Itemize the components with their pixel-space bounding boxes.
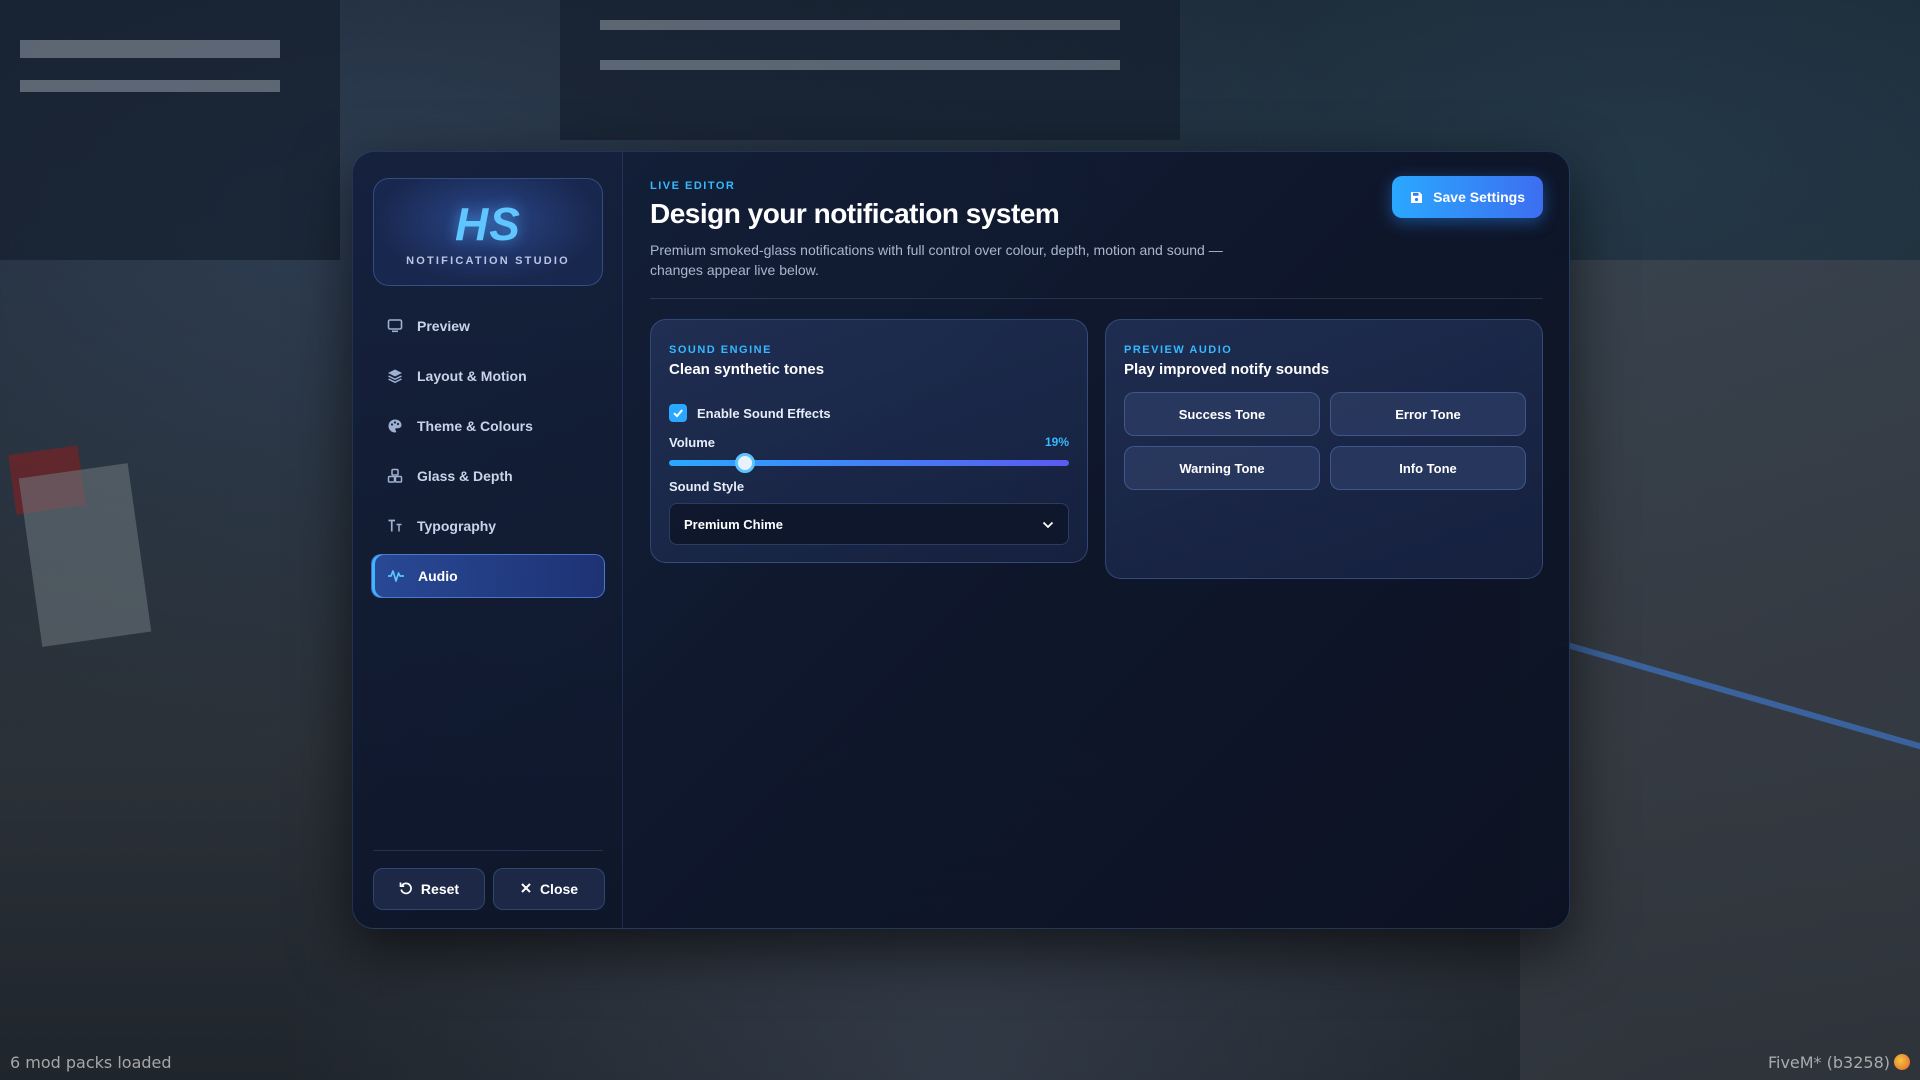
logo-subtitle: NOTIFICATION STUDIO (406, 255, 570, 267)
sound-engine-panel: SOUND ENGINE Clean synthetic tones Enabl… (650, 319, 1088, 563)
enable-sound-row: Enable Sound Effects (669, 404, 831, 422)
background-sign (18, 463, 152, 647)
sound-style-select[interactable]: Premium Chime (669, 503, 1069, 545)
error-tone-button[interactable]: Error Tone (1330, 392, 1526, 436)
enable-sound-checkbox[interactable] (669, 404, 687, 422)
sidebar-item-label: Typography (417, 518, 497, 534)
logo: HS NOTIFICATION STUDIO (373, 178, 603, 286)
text-size-icon (385, 516, 405, 536)
check-icon (673, 409, 683, 418)
save-settings-button[interactable]: Save Settings (1392, 176, 1543, 218)
volume-label: Volume (669, 435, 715, 450)
sidebar-nav: Preview Layout & Motion Theme & Colours … (371, 304, 605, 604)
chevron-down-icon (1042, 517, 1054, 532)
sidebar-item-audio[interactable]: Audio (371, 554, 605, 598)
sidebar-item-glass-depth[interactable]: Glass & Depth (371, 454, 605, 498)
boxes-icon (385, 466, 405, 486)
sidebar: HS NOTIFICATION STUDIO Preview Layout & … (353, 152, 623, 928)
sidebar-item-layout-motion[interactable]: Layout & Motion (371, 354, 605, 398)
undo-icon (399, 881, 413, 898)
close-label: Close (539, 881, 579, 897)
client-status-icon (1894, 1054, 1910, 1070)
save-settings-label: Save Settings (1433, 189, 1525, 205)
background-window (20, 40, 280, 58)
sidebar-divider (373, 850, 603, 851)
palette-icon (385, 416, 405, 436)
panel-title: Play improved notify sounds (1124, 361, 1330, 378)
sidebar-item-preview[interactable]: Preview (371, 304, 605, 348)
page-description: Premium smoked-glass notifications with … (650, 242, 1223, 278)
page-title: Design your notification system (650, 198, 1060, 229)
reset-label: Reset (420, 881, 460, 897)
preview-audio-panel: PREVIEW AUDIO Play improved notify sound… (1105, 319, 1543, 579)
volume-slider-track[interactable] (669, 460, 1069, 466)
background-window (600, 60, 1120, 70)
warning-tone-button[interactable]: Warning Tone (1124, 446, 1320, 490)
close-button[interactable]: Close (493, 868, 605, 910)
volume-value: 19% (1044, 435, 1069, 449)
enable-sound-label: Enable Sound Effects (697, 405, 831, 421)
sidebar-item-theme-colours[interactable]: Theme & Colours (371, 404, 605, 448)
waveform-icon (386, 566, 406, 586)
success-tone-button[interactable]: Success Tone (1124, 392, 1320, 436)
background-window (600, 20, 1120, 30)
monitor-icon (385, 316, 405, 336)
sound-style-label: Sound Style (669, 479, 745, 494)
sound-style-value: Premium Chime (684, 516, 783, 532)
header-divider (650, 298, 1543, 299)
reset-button[interactable]: Reset (373, 868, 485, 910)
layers-icon (385, 366, 405, 386)
sidebar-item-label: Layout & Motion (417, 368, 527, 384)
header-eyebrow: LIVE EDITOR (650, 180, 736, 192)
save-icon (1410, 191, 1423, 204)
client-version: FiveM* (b3258) (1767, 1053, 1890, 1072)
panel-title: Clean synthetic tones (669, 361, 825, 378)
sidebar-item-label: Theme & Colours (417, 418, 533, 434)
sidebar-item-label: Preview (417, 318, 470, 334)
background-window (20, 80, 280, 92)
mod-packs-status: 6 mod packs loaded (10, 1053, 172, 1072)
panel-eyebrow: PREVIEW AUDIO (1124, 344, 1233, 356)
volume-slider-thumb[interactable] (735, 453, 756, 473)
info-tone-button[interactable]: Info Tone (1330, 446, 1526, 490)
logo-mark: HS (455, 198, 521, 250)
sidebar-item-typography[interactable]: Typography (371, 504, 605, 548)
notification-studio-window: HS NOTIFICATION STUDIO Preview Layout & … (352, 151, 1570, 929)
background-sidewalk (1520, 260, 1920, 1080)
sidebar-item-label: Glass & Depth (417, 468, 513, 484)
sidebar-item-label: Audio (418, 568, 458, 584)
background-building-left (0, 0, 340, 260)
close-icon (520, 881, 532, 897)
panel-eyebrow: SOUND ENGINE (669, 344, 772, 356)
main-content: LIVE EDITOR Design your notification sys… (624, 152, 1569, 928)
